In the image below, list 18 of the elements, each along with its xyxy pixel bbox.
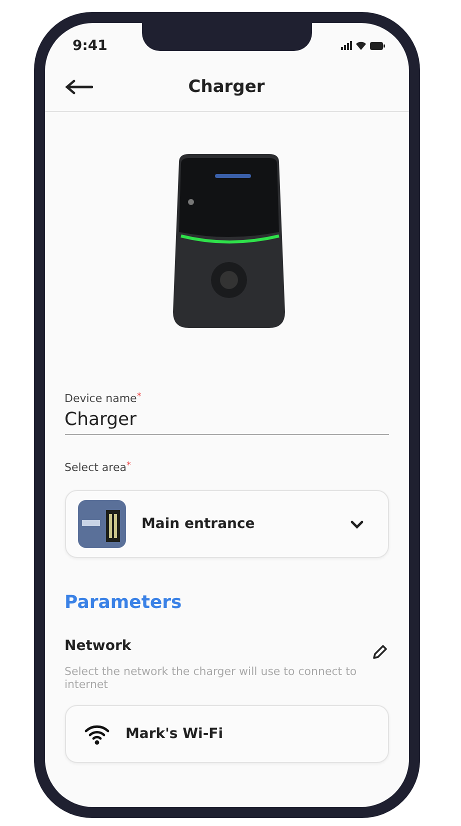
- chevron-down-icon: [350, 520, 364, 528]
- network-label: Network: [64, 638, 132, 654]
- status-time: 9:41: [72, 38, 108, 54]
- device-name-label: Device name: [64, 392, 137, 405]
- required-asterisk: *: [126, 461, 131, 471]
- area-dropdown[interactable]: Main entrance: [64, 490, 388, 558]
- screen-title: Charger: [188, 77, 265, 97]
- select-area-label: Select area: [64, 461, 126, 474]
- back-arrow-icon[interactable]: [64, 79, 92, 95]
- wifi-icon: [84, 723, 110, 745]
- door-thumbnail-icon: [78, 500, 126, 548]
- pencil-icon[interactable]: [370, 643, 388, 661]
- status-icons: [340, 41, 384, 51]
- network-selector[interactable]: Mark's Wi-Fi: [64, 705, 388, 763]
- network-description: Select the network the charger will use to connect to internet: [64, 665, 358, 691]
- required-asterisk: *: [136, 392, 142, 402]
- section-heading: Parameters: [64, 592, 183, 613]
- device-name-field[interactable]: Charger: [64, 405, 388, 430]
